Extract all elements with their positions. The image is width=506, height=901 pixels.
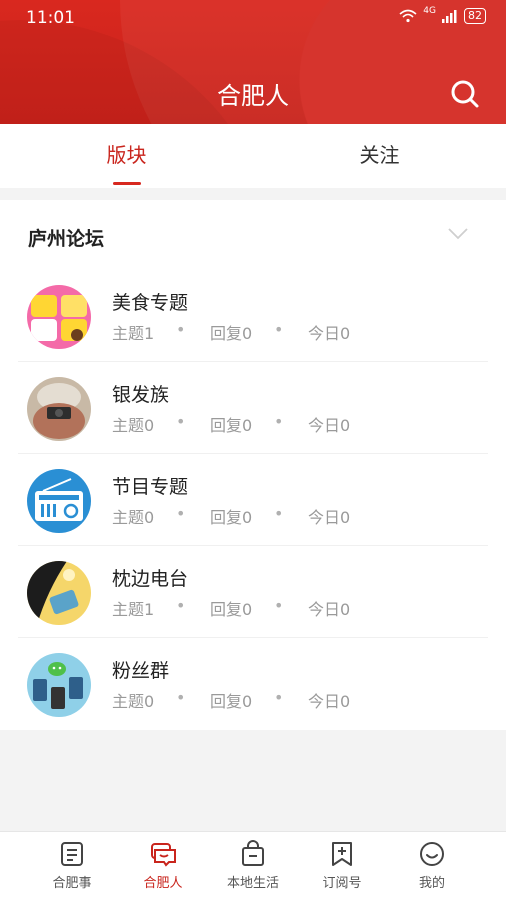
forum-row-bedside-radio[interactable]: 枕边电台 主题1 • 回复0 • 今日0 — [0, 546, 506, 638]
forum-row-food[interactable]: 美食专题 主题1 • 回复0 • 今日0 — [0, 270, 506, 362]
food-avatar-icon — [27, 285, 91, 349]
forum-row-elderly[interactable]: 银发族 主题0 • 回复0 • 今日0 — [0, 362, 506, 454]
forum-row-fans[interactable]: 粉丝群 主题0 • 回复0 • 今日0 — [0, 638, 506, 730]
separator-dot: • — [274, 320, 284, 339]
today-count: 今日0 — [308, 600, 351, 619]
separator-dot: • — [176, 688, 186, 707]
network-label: 4G — [423, 6, 436, 16]
status-bar: 11:01 4G 82 — [0, 0, 506, 36]
tab-bar: 版块 关注 — [0, 124, 506, 188]
forum-name: 粉丝群 — [112, 660, 170, 682]
separator-dot: • — [274, 504, 284, 523]
separator-dot: • — [176, 320, 186, 339]
nav-local-life[interactable]: 本地生活 — [208, 840, 298, 891]
today-count: 今日0 — [308, 692, 351, 711]
signal-icon — [442, 10, 457, 23]
forum-name: 节目专题 — [112, 476, 189, 498]
status-time: 11:01 — [26, 8, 75, 28]
reply-count: 回复0 — [210, 416, 253, 435]
topic-count: 主题1 — [112, 324, 155, 343]
community-icon — [151, 843, 176, 867]
forum-section: 庐州论坛 美食专题 主题1 • 回复0 • 今日0 银发族 主题0 • 回复0 … — [0, 200, 506, 730]
page-title: 合肥人 — [217, 82, 289, 110]
search-icon — [451, 80, 479, 108]
search-button[interactable] — [448, 77, 482, 111]
battery-icon: 82 — [464, 8, 486, 24]
separator-dot: • — [274, 596, 284, 615]
topic-count: 主题1 — [112, 600, 155, 619]
nav-label: 订阅号 — [322, 876, 362, 891]
forum-row-programs[interactable]: 节目专题 主题0 • 回复0 • 今日0 — [0, 454, 506, 546]
topic-count: 主题0 — [112, 692, 155, 711]
topic-count: 主题0 — [112, 416, 155, 435]
elderly-avatar-icon — [27, 377, 91, 441]
separator-dot: • — [274, 412, 284, 431]
nav-mine[interactable]: 我的 — [387, 840, 477, 891]
nav-subscriptions[interactable]: 订阅号 — [297, 840, 387, 891]
chevron-down-icon[interactable] — [448, 228, 468, 240]
reply-count: 回复0 — [210, 600, 253, 619]
app-header: 11:01 4G 82 合肥人 — [0, 0, 506, 124]
reply-count: 回复0 — [210, 324, 253, 343]
section-title: 庐州论坛 — [28, 228, 105, 250]
radio-avatar-icon — [27, 469, 91, 533]
topic-count: 主题0 — [112, 508, 155, 527]
reply-count: 回复0 — [210, 508, 253, 527]
forum-name: 枕边电台 — [112, 568, 189, 590]
today-count: 今日0 — [308, 508, 351, 527]
reply-count: 回复0 — [210, 692, 253, 711]
status-icons: 4G 82 — [399, 6, 486, 24]
tab-sections[interactable]: 版块 — [0, 124, 253, 188]
smile-icon — [420, 842, 444, 866]
shopping-bag-icon — [242, 840, 264, 866]
separator-dot: • — [176, 504, 186, 523]
news-icon — [61, 842, 83, 866]
active-tab-indicator — [113, 182, 141, 185]
nav-hefei-people[interactable]: 合肥人 — [118, 840, 208, 891]
separator-dot: • — [274, 688, 284, 707]
bottom-navigation: 合肥事 合肥人 本地生活 订阅号 我的 — [0, 831, 506, 901]
bookmark-icon — [332, 842, 352, 866]
nav-label: 我的 — [418, 876, 445, 891]
nav-label: 合肥人 — [143, 876, 183, 891]
bedside-radio-avatar-icon — [27, 561, 91, 625]
tab-follow[interactable]: 关注 — [253, 124, 506, 188]
wifi-icon — [399, 9, 417, 23]
fans-avatar-icon — [27, 653, 91, 717]
nav-hefei-news[interactable]: 合肥事 — [27, 840, 117, 891]
separator-dot: • — [176, 412, 186, 431]
forum-name: 银发族 — [112, 384, 170, 406]
nav-label: 本地生活 — [226, 876, 279, 891]
today-count: 今日0 — [308, 324, 351, 343]
today-count: 今日0 — [308, 416, 351, 435]
separator-dot: • — [176, 596, 186, 615]
nav-label: 合肥事 — [52, 876, 92, 891]
forum-name: 美食专题 — [112, 292, 189, 314]
